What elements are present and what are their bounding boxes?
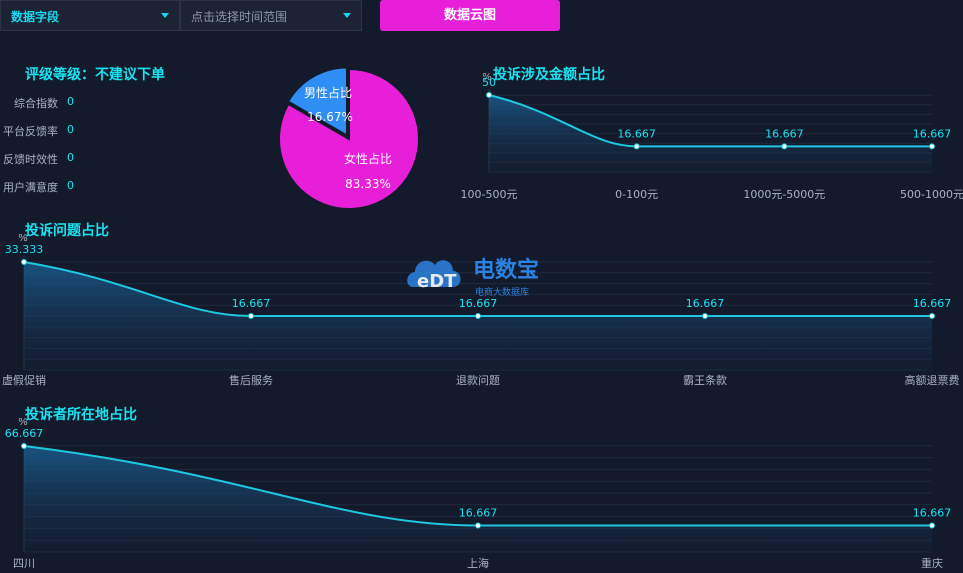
watermark-main: 电数宝 <box>473 257 539 283</box>
issues-x-tick-label: 售后服务 <box>229 373 273 387</box>
issues-point <box>21 259 27 265</box>
issues-point <box>702 312 708 319</box>
region-data-label: 66.667 <box>5 427 44 440</box>
issues-x-tick-label: 高额退票费 <box>905 373 960 387</box>
issues-data-label: 33.333 <box>5 243 44 256</box>
amount-data-label: 16.667 <box>765 127 804 140</box>
pie-label-male-name: 男性占比 <box>304 85 352 100</box>
issues-x-tick-label: 退款问题 <box>456 373 500 387</box>
issues-x-tick-label: 霸王条款 <box>683 373 727 387</box>
region-area <box>24 446 932 552</box>
amount-data-label: 16.667 <box>617 127 656 140</box>
issues-data-label: 16.667 <box>913 297 952 310</box>
amount-x-tick-label: 500-1000元 <box>900 188 963 201</box>
region-data-label: 16.667 <box>913 506 952 519</box>
issues-x-tick-label: 虚假促销 <box>2 373 46 387</box>
pie-label-female-value: 83.33% <box>345 177 391 191</box>
amount-x-tick-label: 1000元-5000元 <box>743 188 825 201</box>
issues-point <box>248 312 254 319</box>
issues-point <box>475 312 481 319</box>
amount-point <box>486 92 492 98</box>
region-x-tick-label: 四川 <box>13 557 35 570</box>
pie-label-female-name: 女性占比 <box>344 151 392 166</box>
region-x-tick-label: 重庆 <box>921 556 943 570</box>
pie-label-male-value: 16.67% <box>307 110 353 124</box>
watermark-logo-text: eDT <box>417 271 457 292</box>
amount-point <box>929 143 935 150</box>
issues-data-label: 16.667 <box>686 297 725 310</box>
watermark-sub: 电商大数据库 <box>475 286 529 298</box>
region-point <box>475 522 481 529</box>
region-data-label: 16.667 <box>459 506 498 519</box>
amount-x-tick-label: 100-500元 <box>461 188 518 201</box>
issues-data-label: 16.667 <box>232 297 271 310</box>
amount-data-label: 50 <box>482 76 496 89</box>
amount-x-tick-label: 0-100元 <box>615 188 658 201</box>
amount-point <box>781 143 788 150</box>
region-point <box>21 443 27 449</box>
region-x-tick-label: 上海 <box>467 556 489 570</box>
issues-point <box>929 312 935 319</box>
amount-data-label: 16.667 <box>913 127 952 140</box>
watermark-logo: eDT 电数宝 电商大数据库 <box>405 245 555 305</box>
amount-point <box>633 143 640 150</box>
region-point <box>929 522 935 529</box>
